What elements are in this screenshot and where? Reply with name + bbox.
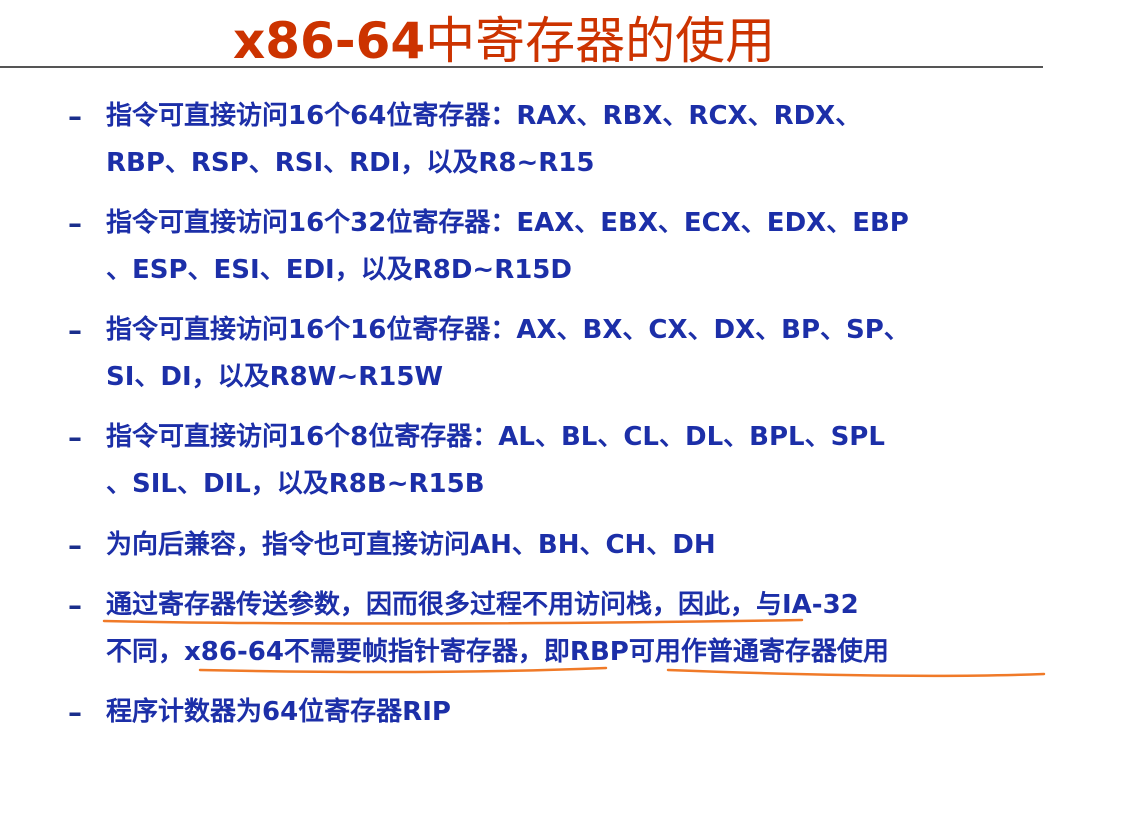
bullet-dash: –	[68, 696, 82, 729]
bullet-dash: –	[68, 207, 82, 240]
bullet-dash: –	[68, 100, 82, 133]
bullet-text: 指令可直接访问16个8位寄存器：AL、BL、CL、DL、BPL、SPL 、SIL…	[106, 422, 885, 499]
bullet-dash: –	[68, 421, 82, 454]
slide: x86-64中寄存器的使用 – 指令可直接访问16个64位寄存器：RAX、RBX…	[0, 0, 1123, 813]
bullet-dash: –	[68, 529, 82, 562]
bullet-text: 程序计数器为64位寄存器RIP	[106, 697, 451, 727]
bullet-dash: –	[68, 589, 82, 622]
bullet-text: 为向后兼容，指令也可直接访问AH、BH、CH、DH	[106, 530, 716, 560]
bullet-text: 指令可直接访问16个16位寄存器：AX、BX、CX、DX、BP、SP、 SI、D…	[106, 315, 910, 392]
bullet-list: – 指令可直接访问16个64位寄存器：RAX、RBX、RCX、RDX、 RBP、…	[0, 0, 1123, 813]
bullet-dash: –	[68, 314, 82, 347]
bullet-text: 通过寄存器传送参数，因而很多过程不用访问栈，因此，与IA-32 不同，x86-6…	[106, 590, 889, 667]
bullet-text: 指令可直接访问16个64位寄存器：RAX、RBX、RCX、RDX、 RBP、RS…	[106, 101, 862, 178]
bullet-text: 指令可直接访问16个32位寄存器：EAX、EBX、ECX、EDX、EBP 、ES…	[106, 208, 909, 285]
